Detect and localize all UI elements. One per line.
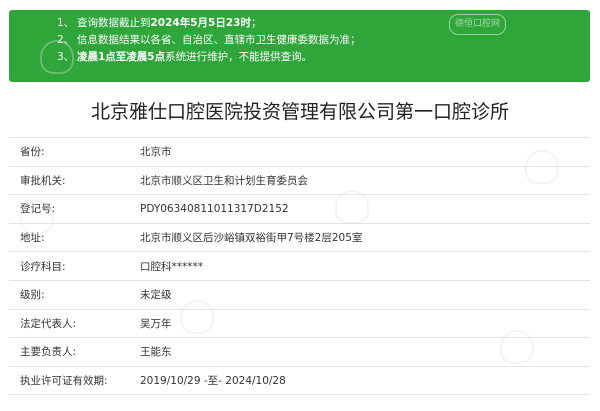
watermark-tooth-icon bbox=[180, 300, 214, 334]
table-row-address: 地址: 北京市顺义区后沙峪镇双裕街甲7号楼2层205室 bbox=[9, 224, 590, 253]
notice-text: 查询数据截止到 bbox=[77, 17, 151, 29]
table-row-license-validity: 执业许可证有效期: 2019/10/29 -至- 2024/10/28 bbox=[9, 367, 590, 396]
table-row-departments: 诊疗科目: 口腔科****** bbox=[9, 252, 590, 281]
row-value: 口腔科****** bbox=[140, 260, 203, 273]
row-value: 2019/10/29 -至- 2024/10/28 bbox=[140, 375, 286, 388]
row-value: 北京市顺义区后沙峪镇双裕街甲7号楼2层205室 bbox=[140, 232, 363, 245]
watermark-tooth-icon bbox=[500, 330, 534, 364]
row-label: 执业许可证有效期: bbox=[20, 375, 108, 388]
watermark-tooth-icon bbox=[525, 150, 559, 184]
row-label: 诊疗科目: bbox=[20, 260, 66, 273]
row-value: 北京市顺义区卫生和计划生育委员会 bbox=[140, 174, 308, 187]
notice-deadline: 2024年5月5日23时 bbox=[150, 17, 251, 29]
row-value: 北京市 bbox=[140, 146, 172, 159]
notice-line: 1、 查询数据截止到2024年5月5日23时； bbox=[57, 15, 590, 32]
page-title: 北京雅仕口腔医院投资管理有限公司第一口腔诊所 bbox=[90, 101, 509, 123]
notice-text: 信息数据结果以各省、自治区、直辖市卫生健康委数据为准； bbox=[77, 34, 361, 46]
query-notice-banner: 1、 查询数据截止到2024年5月5日23时； 2、 信息数据结果以各省、自治区、直… bbox=[9, 10, 590, 82]
table-row-approval-authority: 审批机关: 北京市顺义区卫生和计划生育委员会 bbox=[9, 167, 590, 196]
notice-text: ； bbox=[250, 17, 262, 29]
table-row-legal-representative: 法定代表人: 吴万年 bbox=[9, 310, 590, 339]
notice-maintenance-window: 凌晨1点至凌晨5点 bbox=[77, 51, 166, 63]
watermark-logo: 德恒口腔网 bbox=[449, 14, 507, 35]
watermark-tooth-icon bbox=[40, 40, 74, 74]
table-row-province: 省份: 北京市 bbox=[9, 138, 590, 167]
row-label: 审批机关: bbox=[20, 174, 66, 187]
row-label: 省份: bbox=[20, 146, 45, 159]
table-row-level: 级别: 未定级 bbox=[9, 281, 590, 310]
notice-line-number: 1、 bbox=[57, 17, 75, 29]
watermark-tooth-icon bbox=[335, 190, 369, 224]
notice-line: 2、 信息数据结果以各省、自治区、直辖市卫生健康委数据为准； bbox=[57, 32, 590, 49]
watermark-tooth-icon bbox=[20, 200, 54, 234]
row-label: 级别: bbox=[20, 289, 45, 302]
notice-line: 3、 凌晨1点至凌晨5点系统进行维护，不能提供查询。 bbox=[57, 49, 590, 66]
notice-text: 系统进行维护，不能提供查询。 bbox=[165, 51, 313, 63]
row-label: 法定代表人: bbox=[20, 317, 77, 330]
table-row-registration-number: 登记号: PDY06340811011317D2152 bbox=[9, 195, 590, 224]
row-label: 主要负责人: bbox=[20, 346, 77, 359]
